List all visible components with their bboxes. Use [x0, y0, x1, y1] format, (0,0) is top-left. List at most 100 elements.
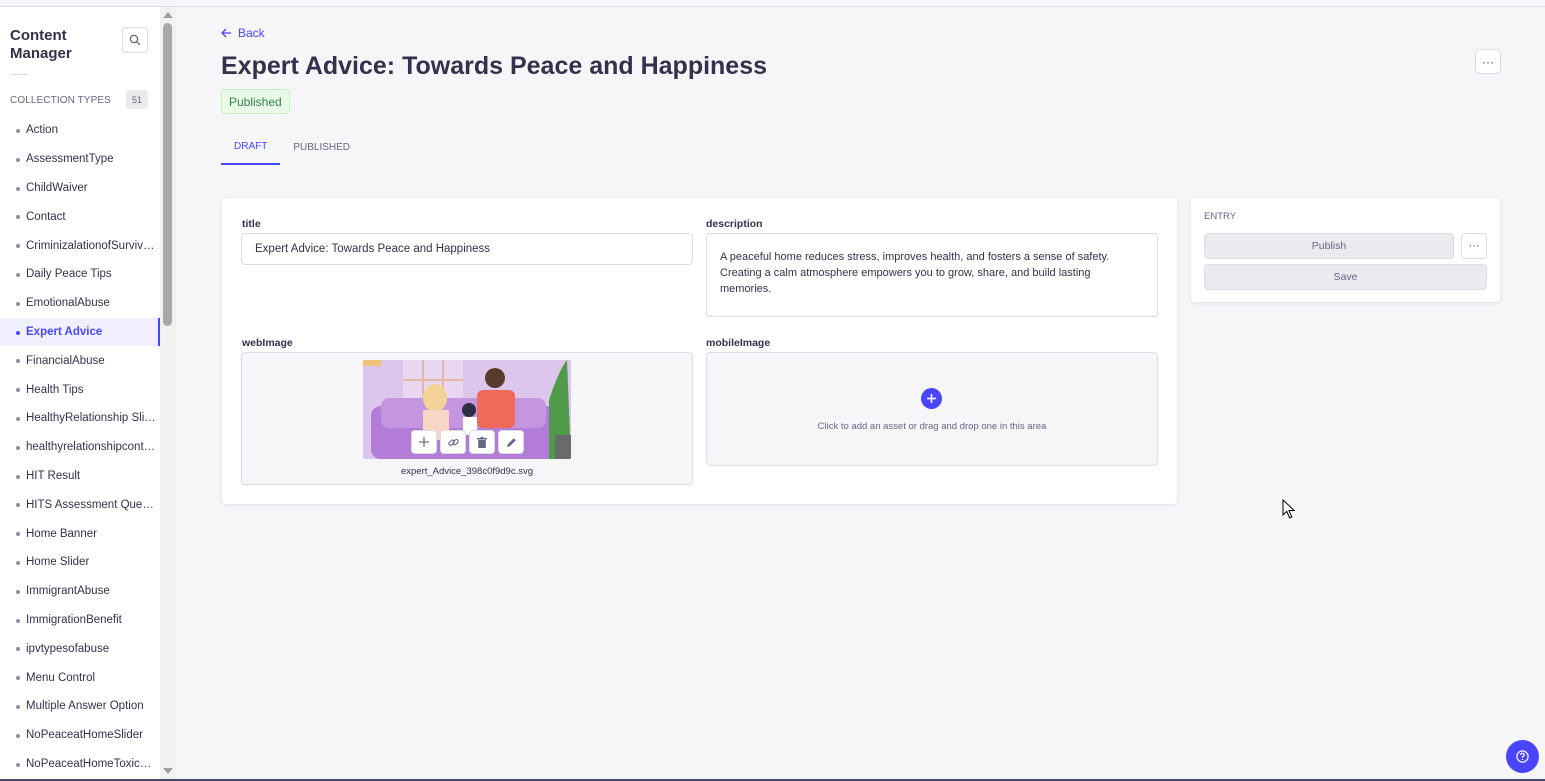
sidebar-item[interactable]: Menu Control — [0, 663, 160, 692]
sidebar-item-label: ipvtypesofabuse — [26, 642, 110, 655]
section-label: COLLECTION TYPES — [10, 95, 111, 106]
search-icon — [129, 34, 141, 46]
bullet-icon — [16, 244, 20, 249]
sidebar-item[interactable]: ipvtypesofabuse — [0, 634, 160, 663]
sidebar-item-label: Daily Peace Tips — [26, 268, 112, 281]
sidebar-item[interactable]: HITS Assessment Question — [0, 490, 160, 519]
section-count-badge: 51 — [126, 90, 148, 109]
sidebar-item[interactable]: NoPeaceatHomeToxicRel... — [0, 750, 160, 779]
bullet-icon — [16, 186, 20, 191]
sidebar-item[interactable]: HealthyRelationship Slider — [0, 404, 160, 433]
bullet-icon — [16, 301, 20, 306]
sidebar-item-label: Health Tips — [26, 383, 84, 396]
tab-published[interactable]: PUBLISHED — [280, 129, 363, 165]
status-badge: Published — [221, 89, 290, 114]
sidebar-search-button[interactable] — [122, 27, 148, 53]
title-input[interactable]: Expert Advice: Towards Peace and Happine… — [241, 233, 693, 265]
sidebar-item[interactable]: NoPeaceatHomeSlider — [0, 721, 160, 750]
tab-bar: DRAFT PUBLISHED — [221, 129, 363, 165]
link-icon — [447, 438, 459, 446]
bullet-icon — [16, 272, 20, 277]
sidebar-item[interactable]: healthyrelationshipcontent — [0, 433, 160, 462]
sidebar-item-label: EmotionalAbuse — [26, 297, 110, 310]
sidebar-item-label: HITS Assessment Question — [26, 498, 158, 511]
sidebar-item[interactable]: Multiple Answer Option — [0, 692, 160, 721]
sidebar-item[interactable]: AssessmentType — [0, 145, 160, 174]
sidebar-item[interactable]: FinancialAbuse — [0, 346, 160, 375]
sidebar-scrollbar[interactable] — [160, 7, 176, 779]
webimage-filename: expert_Advice_398c0f9d9c.svg — [400, 466, 534, 477]
tab-draft[interactable]: DRAFT — [221, 129, 281, 165]
bullet-icon — [16, 129, 20, 133]
sidebar-item-label: ImmigrationBenefit — [26, 613, 122, 626]
sidebar-item-label: CriminizalationofSurvivors — [26, 239, 158, 252]
bullet-icon — [16, 676, 20, 681]
plus-icon — [419, 437, 429, 447]
sidebar-item-label: NoPeaceatHomeSlider — [26, 729, 143, 742]
bullet-icon — [16, 359, 20, 364]
bullet-icon — [16, 157, 20, 162]
webimage-thumbnail[interactable] — [363, 360, 571, 459]
more-actions-button[interactable]: ··· — [1475, 49, 1501, 74]
copy-link-button[interactable] — [440, 430, 466, 454]
sidebar-item[interactable]: ImmigrationBenefit — [0, 606, 160, 635]
publish-button[interactable]: Publish — [1204, 233, 1454, 259]
sidebar-item-label: Expert Advice — [26, 325, 103, 338]
add-asset-icon[interactable] — [921, 388, 942, 409]
bullet-icon — [16, 733, 20, 738]
trash-icon — [477, 436, 487, 448]
sidebar-item[interactable]: Expert Advice — [0, 317, 160, 347]
arrow-left-icon — [221, 28, 231, 38]
add-asset-button[interactable] — [411, 430, 437, 454]
sidebar: Content Manager COLLECTION TYPES 51 Acti… — [0, 7, 176, 779]
mobileimage-dropzone[interactable]: Click to add an asset or drag and drop o… — [706, 352, 1158, 466]
scrollbar-thumb[interactable] — [163, 23, 172, 326]
sidebar-item[interactable]: Home Slider — [0, 548, 160, 577]
scroll-down-arrow-icon[interactable] — [163, 768, 173, 774]
scroll-up-arrow-icon[interactable] — [163, 12, 173, 18]
webimage-dropzone[interactable]: expert_Advice_398c0f9d9c.svg — [241, 352, 693, 485]
bullet-icon — [16, 589, 20, 594]
sidebar-item-label: Menu Control — [26, 671, 96, 684]
plus-icon — [927, 394, 936, 403]
sidebar-item-label: FinancialAbuse — [26, 354, 105, 367]
bullet-icon — [16, 416, 20, 421]
save-button[interactable]: Save — [1204, 264, 1487, 290]
sidebar-item[interactable]: Home Banner — [0, 519, 160, 548]
back-label: Back — [238, 26, 265, 40]
bullet-icon — [16, 474, 20, 479]
sidebar-item[interactable]: Contact — [0, 202, 160, 231]
bullet-icon — [16, 560, 20, 565]
title-label: title — [242, 218, 261, 230]
pencil-icon — [506, 437, 516, 447]
sidebar-item-label: Contact — [26, 210, 66, 223]
entry-more-button[interactable]: ··· — [1461, 233, 1487, 259]
delete-asset-button[interactable] — [469, 430, 495, 454]
sidebar-item[interactable]: HIT Result — [0, 462, 160, 491]
sidebar-item[interactable]: Daily Peace Tips — [0, 260, 160, 289]
bullet-icon — [16, 762, 20, 767]
entry-panel: ENTRY Publish ··· Save — [1191, 198, 1500, 302]
sidebar-item[interactable]: Health Tips — [0, 375, 160, 404]
sidebar-item-label: ChildWaiver — [26, 181, 88, 194]
help-button[interactable] — [1506, 740, 1539, 773]
sidebar-item[interactable]: ImmigrantAbuse — [0, 577, 160, 606]
bullet-icon — [16, 215, 20, 220]
thumbnail-actions — [411, 430, 524, 454]
sidebar-item[interactable]: Action — [0, 116, 160, 145]
webimage-label: webImage — [242, 337, 293, 349]
back-link[interactable]: Back — [221, 26, 265, 40]
page-title: Expert Advice: Towards Peace and Happine… — [221, 52, 768, 80]
sidebar-item[interactable]: EmotionalAbuse — [0, 289, 160, 318]
sidebar-item[interactable]: CriminizalationofSurvivors — [0, 231, 160, 260]
collection-list: Action AssessmentType ChildWaiver Contact Cr… — [0, 116, 160, 778]
sidebar-item-label: HealthyRelationship Slider — [26, 412, 158, 425]
edit-asset-button[interactable] — [498, 430, 524, 454]
sidebar-item-label: Action — [26, 124, 58, 137]
description-label: description — [706, 218, 763, 230]
edit-form-card: title Expert Advice: Towards Peace and H… — [222, 198, 1177, 504]
mobileimage-hint: Click to add an asset or drag and drop o… — [817, 421, 1047, 432]
top-border — [0, 6, 1545, 7]
description-textarea[interactable]: A peaceful home reduces stress, improves… — [706, 233, 1158, 317]
sidebar-item[interactable]: ChildWaiver — [0, 174, 160, 203]
